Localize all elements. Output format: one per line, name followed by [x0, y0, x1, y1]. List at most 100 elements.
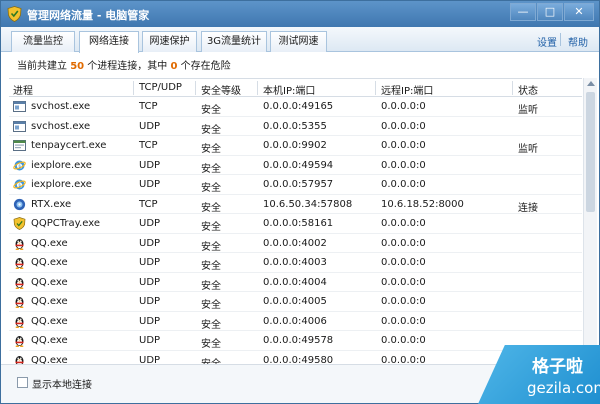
summary-prefix: 当前共建立 [17, 61, 71, 72]
table-row[interactable]: svchost.exe UDP 安全 0.0.0.0:5355 0.0.0.0:0 [9, 117, 582, 136]
show-local-connections-label[interactable]: 显示本地连接 [32, 376, 92, 391]
process-name: QQ.exe [31, 237, 68, 249]
qq-penguin-icon [13, 295, 26, 308]
close-button[interactable]: ✕ [564, 3, 594, 21]
security-level-cell: 安全 [201, 339, 221, 350]
column-divider[interactable] [133, 81, 134, 95]
process-name: QQPCTray.exe [31, 218, 101, 229]
column-header-security[interactable]: 安全等级 [201, 82, 241, 97]
table-row[interactable]: svchost.exe TCP 安全 0.0.0.0:49165 0.0.0.0:0 监听 [9, 97, 582, 117]
protocol-cell: TCP [139, 140, 158, 151]
vertical-scrollbar[interactable] [583, 78, 597, 364]
connection-count: 50 [70, 61, 85, 72]
security-level-cell: 安全 [201, 300, 221, 311]
tab-network-connections[interactable]: 网络连接 [79, 31, 139, 53]
ie-icon: e [13, 159, 26, 172]
table-row[interactable]: QQ.exe UDP 安全 0.0.0.0:4006 0.0.0.0:0 [9, 312, 582, 331]
title-bar[interactable]: 管理网络流量 - 电脑管家 — □ ✕ [1, 1, 599, 27]
protocol-cell: UDP [139, 218, 161, 229]
security-level-cell: 安全 [201, 280, 221, 292]
remote-address-cell: 0.0.0.0:0 [381, 101, 426, 112]
table-row[interactable]: RTX.exe TCP 安全 10.6.50.34:57808 10.6.18.52:8… [9, 195, 582, 214]
local-address-cell: 0.0.0.0:4002 [263, 237, 327, 249]
process-name: QQ.exe [31, 354, 68, 365]
remote-address-cell: 0.0.0.0:0 [381, 159, 426, 171]
table-row[interactable]: QQ.exe UDP 安全 0.0.0.0:4003 0.0.0.0:0 [9, 253, 582, 273]
local-address-cell: 0.0.0.0:4006 [263, 315, 327, 327]
help-link[interactable]: 帮助 [568, 34, 588, 49]
tab-speed-protection[interactable]: 网速保护 [142, 31, 197, 52]
local-address-cell: 0.0.0.0:57957 [263, 179, 334, 190]
protocol-cell: TCP [139, 101, 158, 112]
tab-3g-statistics[interactable]: 3G流量统计 [201, 31, 267, 52]
protocol-cell: UDP [139, 237, 161, 249]
connection-summary: 当前共建立 50 个进程连接，其中 0 个存在危险 [17, 57, 231, 72]
table-row[interactable]: QQ.exe UDP 安全 0.0.0.0:4004 0.0.0.0:0 [9, 273, 582, 292]
security-level-cell: 安全 [201, 124, 221, 136]
column-header-remote-address[interactable]: 远程IP:端口 [381, 82, 433, 97]
local-address-cell: 0.0.0.0:58161 [263, 218, 334, 229]
table-row[interactable]: QQ.exe UDP 安全 0.0.0.0:49580 0.0.0.0:0 [9, 351, 582, 365]
tab-speed-test[interactable]: 测试网速 [270, 31, 327, 52]
process-name: QQ.exe [31, 296, 68, 307]
shield-icon [7, 6, 22, 22]
table-row[interactable]: QQ.exe UDP 安全 0.0.0.0:49578 0.0.0.0:0 [9, 331, 582, 351]
column-divider[interactable] [375, 81, 376, 95]
table-row[interactable]: tenpaycert.exe TCP 安全 0.0.0.0:9902 0.0.0.0:0… [9, 136, 582, 156]
local-address-cell: 0.0.0.0:49594 [263, 159, 334, 171]
qq-penguin-icon [13, 334, 26, 347]
minimize-button[interactable]: — [510, 3, 536, 21]
qq-penguin-icon [13, 315, 26, 328]
settings-link[interactable]: 设置 [537, 34, 557, 49]
column-header-status[interactable]: 状态 [518, 82, 538, 97]
table-row[interactable]: QQ.exe UDP 安全 0.0.0.0:4005 0.0.0.0:0 [9, 292, 582, 312]
column-header-process[interactable]: 进程 [13, 82, 33, 97]
tenpaycert-icon [13, 139, 26, 152]
process-name: iexplore.exe [31, 179, 92, 190]
scroll-up-arrow-icon[interactable] [587, 81, 595, 86]
column-header-local-address[interactable]: 本机IP:端口 [263, 82, 315, 97]
security-level-cell: 安全 [201, 241, 221, 253]
maximize-button[interactable]: □ [537, 3, 563, 21]
table-row[interactable]: e iexplore.exe UDP 安全 0.0.0.0:49594 0.0.0.0:0 [9, 156, 582, 175]
local-address-cell: 0.0.0.0:49165 [263, 101, 334, 112]
column-divider[interactable] [512, 81, 513, 95]
protocol-cell: UDP [139, 315, 161, 327]
tab-traffic-monitor[interactable]: 流量监控 [11, 31, 75, 52]
main-window: 管理网络流量 - 电脑管家 — □ ✕ 流量监控 网络连接 网速保护 3G流量统… [0, 0, 600, 404]
svchost-icon [13, 120, 26, 133]
process-name: QQ.exe [31, 276, 68, 288]
table-row[interactable]: QQPCTray.exe UDP 安全 0.0.0.0:58161 0.0.0.0:0 [9, 214, 582, 234]
rtx-icon [13, 198, 26, 211]
security-level-cell: 安全 [201, 163, 221, 175]
protocol-cell: UDP [139, 159, 161, 171]
process-name: tenpaycert.exe [31, 140, 107, 151]
column-header-protocol[interactable]: TCP/UDP [139, 82, 182, 93]
show-local-connections-checkbox[interactable] [17, 377, 28, 388]
security-level-cell: 安全 [201, 144, 221, 155]
protocol-cell: UDP [139, 335, 161, 346]
table-row[interactable]: QQ.exe UDP 安全 0.0.0.0:4002 0.0.0.0:0 [9, 234, 582, 253]
column-divider[interactable] [257, 81, 258, 95]
security-level-cell: 安全 [201, 358, 221, 365]
security-level-cell: 安全 [201, 222, 221, 233]
status-cell: 监听 [518, 105, 538, 116]
table-row[interactable]: e iexplore.exe UDP 安全 0.0.0.0:57957 0.0.0.0:0 [9, 175, 582, 195]
remote-address-cell: 0.0.0.0:0 [381, 120, 426, 132]
remote-address-cell: 0.0.0.0:0 [381, 218, 426, 229]
scrollbar-thumb[interactable] [586, 92, 595, 212]
local-address-cell: 0.0.0.0:4003 [263, 257, 327, 268]
table-body: svchost.exe TCP 安全 0.0.0.0:49165 0.0.0.0:0 监听… [9, 97, 582, 364]
qq-penguin-icon [13, 276, 26, 289]
protocol-cell: UDP [139, 354, 161, 365]
local-address-cell: 0.0.0.0:5355 [263, 120, 327, 132]
ie-icon: e [13, 178, 26, 191]
watermark-logo-text: 格子啦 [532, 357, 583, 377]
remote-address-cell: 0.0.0.0:0 [381, 140, 426, 151]
security-level-cell: 安全 [201, 105, 221, 116]
remote-address-cell: 0.0.0.0:0 [381, 335, 426, 346]
column-divider[interactable] [195, 81, 196, 95]
process-name: iexplore.exe [31, 159, 92, 171]
qq-penguin-icon [13, 354, 26, 364]
process-name: svchost.exe [31, 101, 91, 112]
